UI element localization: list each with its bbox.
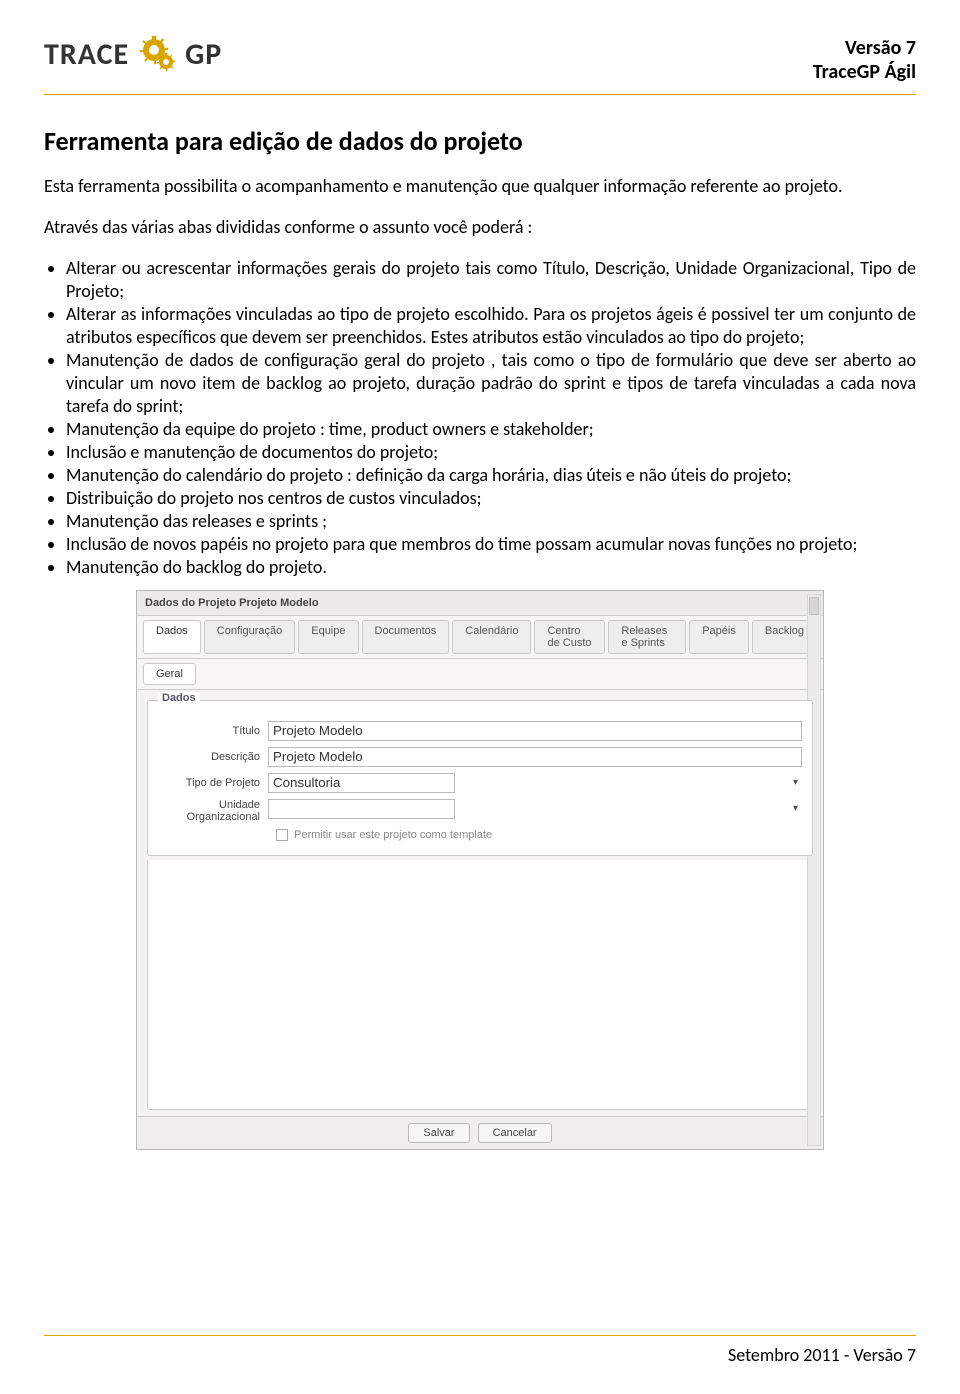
gear-icon [135, 37, 179, 73]
list-item: Distribuição do projeto nos centros de c… [66, 487, 916, 510]
label-descricao: Descrição [158, 751, 268, 763]
tab-equipe[interactable]: Equipe [298, 620, 358, 654]
tab-dados[interactable]: Dados [143, 620, 201, 654]
page-footer: Setembro 2011 - Versão 7 [44, 1335, 916, 1366]
list-item: Alterar as informações vinculadas ao tip… [66, 303, 916, 349]
fieldset-dados: Dados Título Descrição Tipo de Projeto ▾ [147, 700, 813, 856]
page-title: Ferramenta para edição de dados do proje… [44, 125, 916, 157]
intro-paragraph: Esta ferramenta possibilita o acompanham… [44, 175, 916, 198]
select-tipo-projeto[interactable] [268, 773, 455, 793]
product-line: TraceGP Ágil [813, 60, 916, 84]
fieldset-legend: Dados [158, 692, 200, 704]
checkbox-template[interactable] [276, 829, 288, 841]
app-window: Dados do Projeto Projeto Modelo Dados Co… [136, 590, 824, 1150]
lead-paragraph: Através das várias abas divididas confor… [44, 216, 916, 239]
label-unidade-org: Unidade Organizacional [158, 799, 268, 823]
chevron-down-icon: ▾ [793, 803, 798, 814]
input-descricao[interactable] [268, 747, 802, 767]
save-button[interactable]: Salvar [408, 1123, 469, 1143]
list-item: Alterar ou acrescentar informações gerai… [66, 257, 916, 303]
doc-meta: Versão 7 TraceGP Ágil [813, 36, 916, 84]
tab-calendario[interactable]: Calendário [452, 620, 531, 654]
tab-documentos[interactable]: Documentos [362, 620, 450, 654]
scrollbar[interactable] [807, 594, 821, 1146]
feature-list: Alterar ou acrescentar informações gerai… [44, 257, 916, 579]
input-titulo[interactable] [268, 721, 802, 741]
logo-text-b: GP [185, 36, 222, 73]
checkbox-template-label: Permitir usar este projeto como template [294, 829, 492, 841]
version-line: Versão 7 [813, 36, 916, 60]
scrollbar-thumb[interactable] [809, 597, 819, 615]
window-title: Dados do Projeto Projeto Modelo [137, 591, 823, 616]
list-item: Manutenção da equipe do projeto : time, … [66, 418, 916, 441]
list-item: Manutenção das releases e sprints ; [66, 510, 916, 533]
chevron-down-icon: ▾ [793, 777, 798, 788]
logo-text-a: TRACE [44, 36, 129, 73]
tab-papeis[interactable]: Papéis [689, 620, 749, 654]
subtabs-row: Geral [137, 659, 823, 690]
list-item: Inclusão de novos papéis no projeto para… [66, 533, 916, 556]
label-titulo: Título [158, 725, 268, 737]
tabs-row: Dados Configuração Equipe Documentos Cal… [137, 616, 823, 659]
cancel-button[interactable]: Cancelar [478, 1123, 552, 1143]
tab-configuracao[interactable]: Configuração [204, 620, 295, 654]
select-unidade-org[interactable] [268, 799, 455, 819]
list-item: Manutenção do backlog do projeto. [66, 556, 916, 579]
logo: TRACE GP [44, 36, 222, 73]
tab-releases-sprints[interactable]: Releases e Sprints [608, 620, 686, 654]
tab-centro-de-custo[interactable]: Centro de Custo [534, 620, 605, 654]
subtab-geral[interactable]: Geral [143, 663, 196, 685]
list-item: Manutenção do calendário do projeto : de… [66, 464, 916, 487]
form-empty-area [147, 860, 813, 1110]
label-tipo-projeto: Tipo de Projeto [158, 777, 268, 789]
button-row: Salvar Cancelar [137, 1116, 823, 1149]
list-item: Inclusão e manutenção de documentos do p… [66, 441, 916, 464]
list-item: Manutenção de dados de configuração gera… [66, 349, 916, 418]
page-header: TRACE GP Versão 7 TraceGP Ágil [44, 36, 916, 95]
